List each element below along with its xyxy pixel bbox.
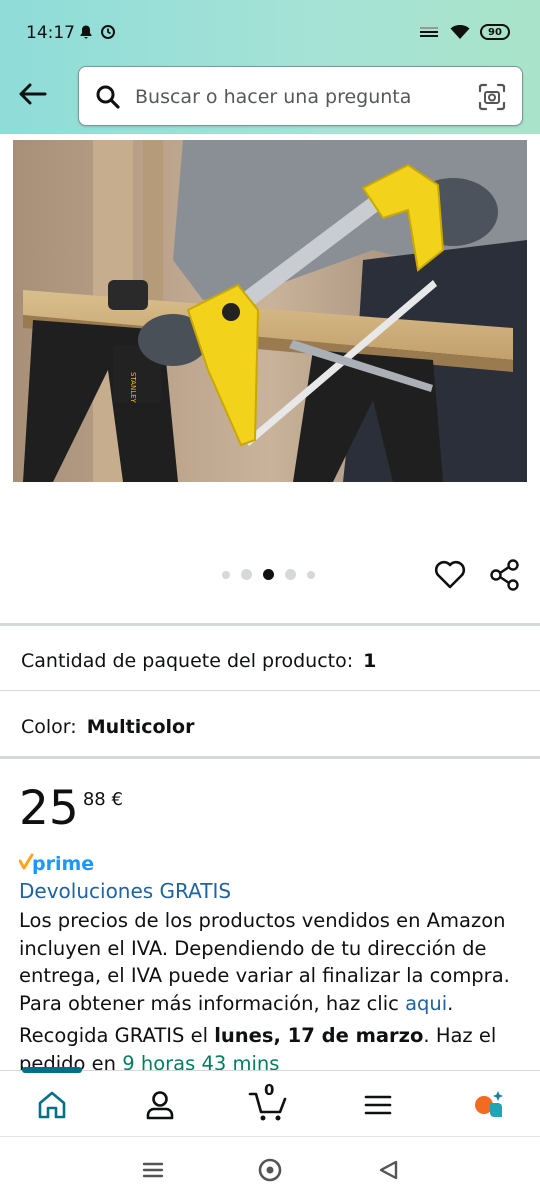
search-icon bbox=[96, 85, 120, 109]
active-tab-indicator bbox=[22, 1067, 82, 1073]
system-home-button[interactable] bbox=[256, 1157, 284, 1183]
system-back-button[interactable] bbox=[374, 1157, 402, 1183]
color-row[interactable]: Color: Multicolor bbox=[21, 716, 194, 738]
nav-home[interactable] bbox=[30, 1085, 74, 1125]
image-carousel-dots[interactable] bbox=[222, 569, 315, 580]
price-fraction: 88 € bbox=[82, 789, 123, 810]
recents-icon bbox=[142, 1162, 164, 1178]
home-circle-icon bbox=[258, 1158, 282, 1182]
vat-info-link[interactable]: aqui bbox=[405, 992, 447, 1015]
vat-end: . bbox=[447, 991, 454, 1015]
status-icons-right: 90 bbox=[418, 24, 510, 40]
search-bar[interactable] bbox=[78, 66, 523, 126]
pickup-notice: Recogida GRATIS el lunes, 17 de marzo. H… bbox=[19, 1022, 524, 1070]
notification-bell-icon bbox=[80, 25, 92, 39]
nav-rufus-assistant[interactable] bbox=[466, 1085, 510, 1125]
battery-level: 90 bbox=[488, 26, 502, 38]
home-icon bbox=[38, 1091, 66, 1119]
heart-icon bbox=[434, 560, 466, 589]
carousel-dot[interactable] bbox=[241, 569, 252, 580]
back-button[interactable] bbox=[12, 74, 52, 114]
section-divider bbox=[0, 756, 540, 759]
prime-badge: prime bbox=[18, 852, 99, 880]
carousel-dot[interactable] bbox=[222, 570, 230, 579]
share-button[interactable] bbox=[488, 558, 522, 592]
product-image[interactable]: STANLEY bbox=[13, 140, 527, 482]
bottom-navigation: 0 bbox=[0, 1067, 540, 1136]
attribute-value: 1 bbox=[363, 650, 377, 672]
back-triangle-icon bbox=[379, 1160, 398, 1180]
alarm-clock-icon bbox=[101, 25, 115, 39]
nav-menu[interactable] bbox=[356, 1085, 400, 1125]
prime-check-icon bbox=[18, 853, 34, 870]
person-icon bbox=[146, 1091, 174, 1120]
battery-icon: 90 bbox=[480, 24, 510, 40]
package-quantity-row[interactable]: Cantidad de paquete del producto: 1 bbox=[21, 650, 376, 672]
search-input[interactable] bbox=[135, 81, 465, 113]
share-icon bbox=[490, 559, 519, 591]
free-returns-link[interactable]: Devoluciones GRATIS bbox=[19, 879, 231, 903]
system-recents-button[interactable] bbox=[139, 1157, 167, 1183]
arrow-left-icon bbox=[19, 83, 47, 105]
nav-account[interactable] bbox=[138, 1085, 182, 1125]
status-bar: 14:17 90 bbox=[0, 0, 540, 64]
carousel-dot-active[interactable] bbox=[263, 569, 274, 580]
stanley-brand-mark: STANLEY bbox=[129, 372, 137, 404]
nav-cart[interactable]: 0 bbox=[246, 1081, 290, 1125]
carousel-dot[interactable] bbox=[285, 569, 296, 580]
hacksaw-photo: STANLEY bbox=[13, 140, 527, 482]
section-divider bbox=[0, 690, 540, 691]
order-countdown: 9 horas 43 mins bbox=[122, 1052, 280, 1070]
prime-label: prime bbox=[32, 853, 94, 875]
status-time: 14:17 bbox=[26, 23, 75, 43]
attribute-label: Color: bbox=[21, 716, 77, 738]
price-whole: 25 bbox=[19, 781, 79, 836]
hamburger-menu-icon bbox=[364, 1095, 392, 1115]
rufus-assistant-icon bbox=[475, 1091, 503, 1117]
signal-bars-icon bbox=[420, 27, 438, 37]
pickup-prefix: Recogida GRATIS el bbox=[19, 1024, 215, 1047]
attribute-label: Cantidad de paquete del producto: bbox=[21, 650, 354, 672]
system-navigation-bar bbox=[0, 1136, 540, 1200]
status-icons-left bbox=[78, 24, 116, 40]
cart-count: 0 bbox=[264, 1081, 275, 1099]
app-header: 14:17 90 bbox=[0, 0, 540, 134]
attribute-value: Multicolor bbox=[86, 716, 195, 738]
wifi-icon bbox=[450, 25, 470, 39]
camera-scan-icon[interactable] bbox=[478, 83, 506, 111]
price: 25 88 € bbox=[19, 783, 123, 835]
wishlist-button[interactable] bbox=[433, 558, 467, 592]
section-divider bbox=[0, 623, 540, 626]
vat-notice: Los precios de los productos vendidos en… bbox=[19, 907, 524, 1017]
carousel-dot[interactable] bbox=[307, 570, 315, 579]
pickup-date: lunes, 17 de marzo bbox=[214, 1024, 424, 1047]
